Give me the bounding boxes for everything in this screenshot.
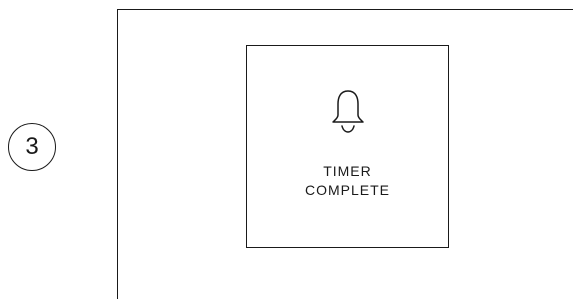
timer-complete-notification[interactable]: TIMER COMPLETE <box>246 45 449 248</box>
bell-icon <box>331 90 364 133</box>
step-number-badge: 3 <box>8 123 56 171</box>
step-number: 3 <box>25 133 39 160</box>
notification-line-2: COMPLETE <box>304 182 390 198</box>
notification-line-1: TIMER <box>323 163 372 179</box>
notification-message: TIMER COMPLETE <box>305 162 390 200</box>
